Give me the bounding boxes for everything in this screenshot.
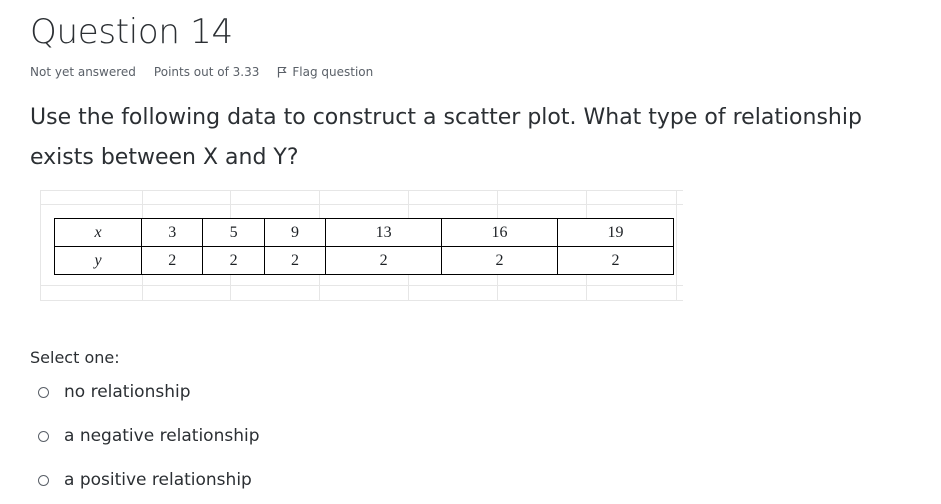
- question-points: Points out of 3.33: [153, 65, 260, 79]
- question-info: Not yet answered Points out of 3.33 Flag…: [30, 65, 373, 79]
- data-table-image: x 3 5 9 13 16 19 y 2 2 2 2 2 2: [40, 190, 683, 301]
- answer-option-positive-relationship[interactable]: a positive relationship: [38, 470, 252, 490]
- option-label: no relationship: [64, 382, 191, 402]
- y-value-cell: 2: [441, 246, 558, 275]
- row-header-x: x: [54, 218, 142, 247]
- table-row-y: y 2 2 2 2 2 2: [54, 246, 674, 275]
- y-value-cell: 2: [325, 246, 443, 275]
- radio-unchecked-icon[interactable]: [38, 386, 49, 398]
- select-one-label: Select one:: [30, 348, 120, 367]
- x-value-cell: 19: [557, 218, 674, 247]
- x-value-cell: 9: [263, 218, 327, 247]
- x-value-cell: 16: [441, 218, 558, 247]
- flag-question-label: Flag question: [292, 65, 374, 79]
- option-label: a negative relationship: [64, 426, 260, 446]
- question-text: Use the following data to construct a sc…: [30, 105, 862, 170]
- radio-unchecked-icon[interactable]: [38, 474, 49, 486]
- question-status: Not yet answered: [30, 65, 136, 79]
- option-label: a positive relationship: [64, 470, 252, 490]
- table-row-x: x 3 5 9 13 16 19: [54, 218, 674, 247]
- radio-unchecked-icon[interactable]: [38, 430, 49, 442]
- answer-option-no-relationship[interactable]: no relationship: [38, 382, 191, 402]
- y-value-cell: 2: [140, 246, 204, 275]
- y-value-cell: 2: [202, 246, 265, 275]
- x-value-cell: 13: [325, 218, 443, 247]
- question-title: Question 14: [30, 12, 233, 52]
- x-value-cell: 5: [202, 218, 265, 247]
- flag-question-link[interactable]: Flag question: [277, 65, 373, 79]
- y-value-cell: 2: [263, 246, 327, 275]
- answer-option-negative-relationship[interactable]: a negative relationship: [38, 426, 260, 446]
- x-value-cell: 3: [140, 218, 204, 247]
- xy-data-table: x 3 5 9 13 16 19 y 2 2 2 2 2 2: [54, 218, 674, 275]
- flag-icon: [278, 66, 288, 78]
- y-value-cell: 2: [557, 246, 674, 275]
- row-header-y: y: [54, 246, 142, 275]
